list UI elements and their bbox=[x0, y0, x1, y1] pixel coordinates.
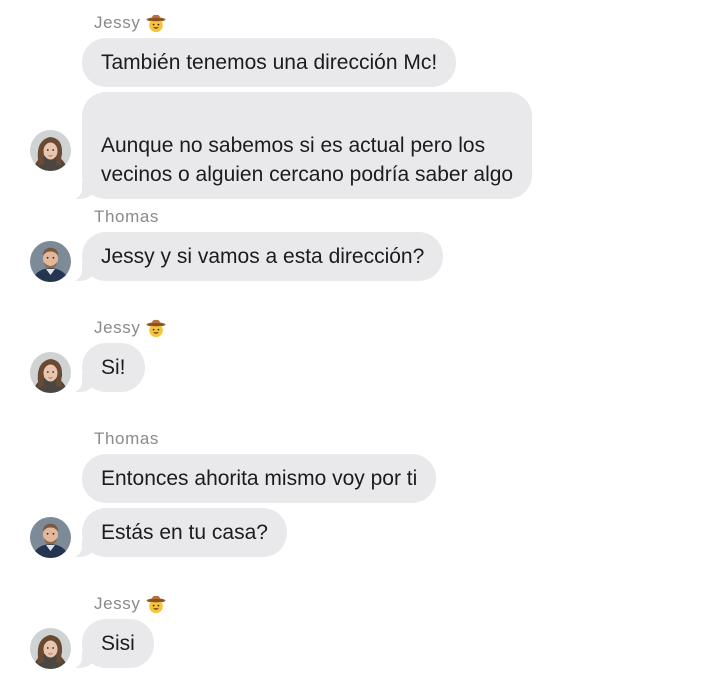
avatar-icon[interactable] bbox=[30, 241, 71, 282]
message-text: Jessy y si vamos a esta dirección? bbox=[101, 245, 425, 268]
message-text: Sisi bbox=[101, 632, 135, 655]
message-bubble[interactable]: Jessy y si vamos a esta dirección? bbox=[71, 232, 444, 281]
message-text: También tenemos una dirección Mc! bbox=[101, 51, 438, 74]
message-thread: Jessy También tenemos una dirección Mc! … bbox=[0, 0, 720, 692]
message-bubble[interactable]: Aunque no sabemos si es actual pero los … bbox=[71, 92, 533, 199]
cowboy-emoji-icon bbox=[146, 318, 166, 338]
message-bubble[interactable]: También tenemos una dirección Mc! bbox=[82, 38, 457, 87]
avatar-icon[interactable] bbox=[30, 130, 71, 171]
message-text: Aunque no sabemos si es actual pero los … bbox=[101, 134, 514, 186]
sender-name: Thomas bbox=[94, 207, 159, 227]
sender-name-label: Thomas bbox=[94, 207, 160, 226]
sender-name: Jessy bbox=[94, 318, 166, 338]
avatar-icon[interactable] bbox=[30, 628, 71, 669]
message-bubble[interactable]: Entonces ahorita mismo voy por ti bbox=[82, 454, 437, 503]
sender-name: Thomas bbox=[94, 429, 159, 449]
sender-name: Jessy bbox=[94, 594, 166, 614]
sender-name: Jessy bbox=[94, 13, 166, 33]
sender-name-label: Thomas bbox=[94, 429, 160, 448]
sender-name-label: Jessy bbox=[94, 318, 141, 337]
message-text: Entonces ahorita mismo voy por ti bbox=[101, 467, 418, 490]
message-bubble[interactable]: Sisi bbox=[72, 619, 154, 668]
message-bubble[interactable]: Si! bbox=[72, 343, 145, 392]
cowboy-emoji-icon bbox=[146, 13, 166, 33]
sender-name-label: Jessy bbox=[94, 594, 141, 613]
message-text: Estás en tu casa? bbox=[101, 521, 268, 544]
cowboy-emoji-icon bbox=[146, 594, 166, 614]
sender-name-label: Jessy bbox=[94, 13, 141, 32]
message-bubble[interactable]: Estás en tu casa? bbox=[72, 508, 287, 557]
message-text: Si! bbox=[101, 356, 126, 379]
avatar-icon[interactable] bbox=[30, 352, 71, 393]
avatar-icon[interactable] bbox=[30, 517, 71, 558]
